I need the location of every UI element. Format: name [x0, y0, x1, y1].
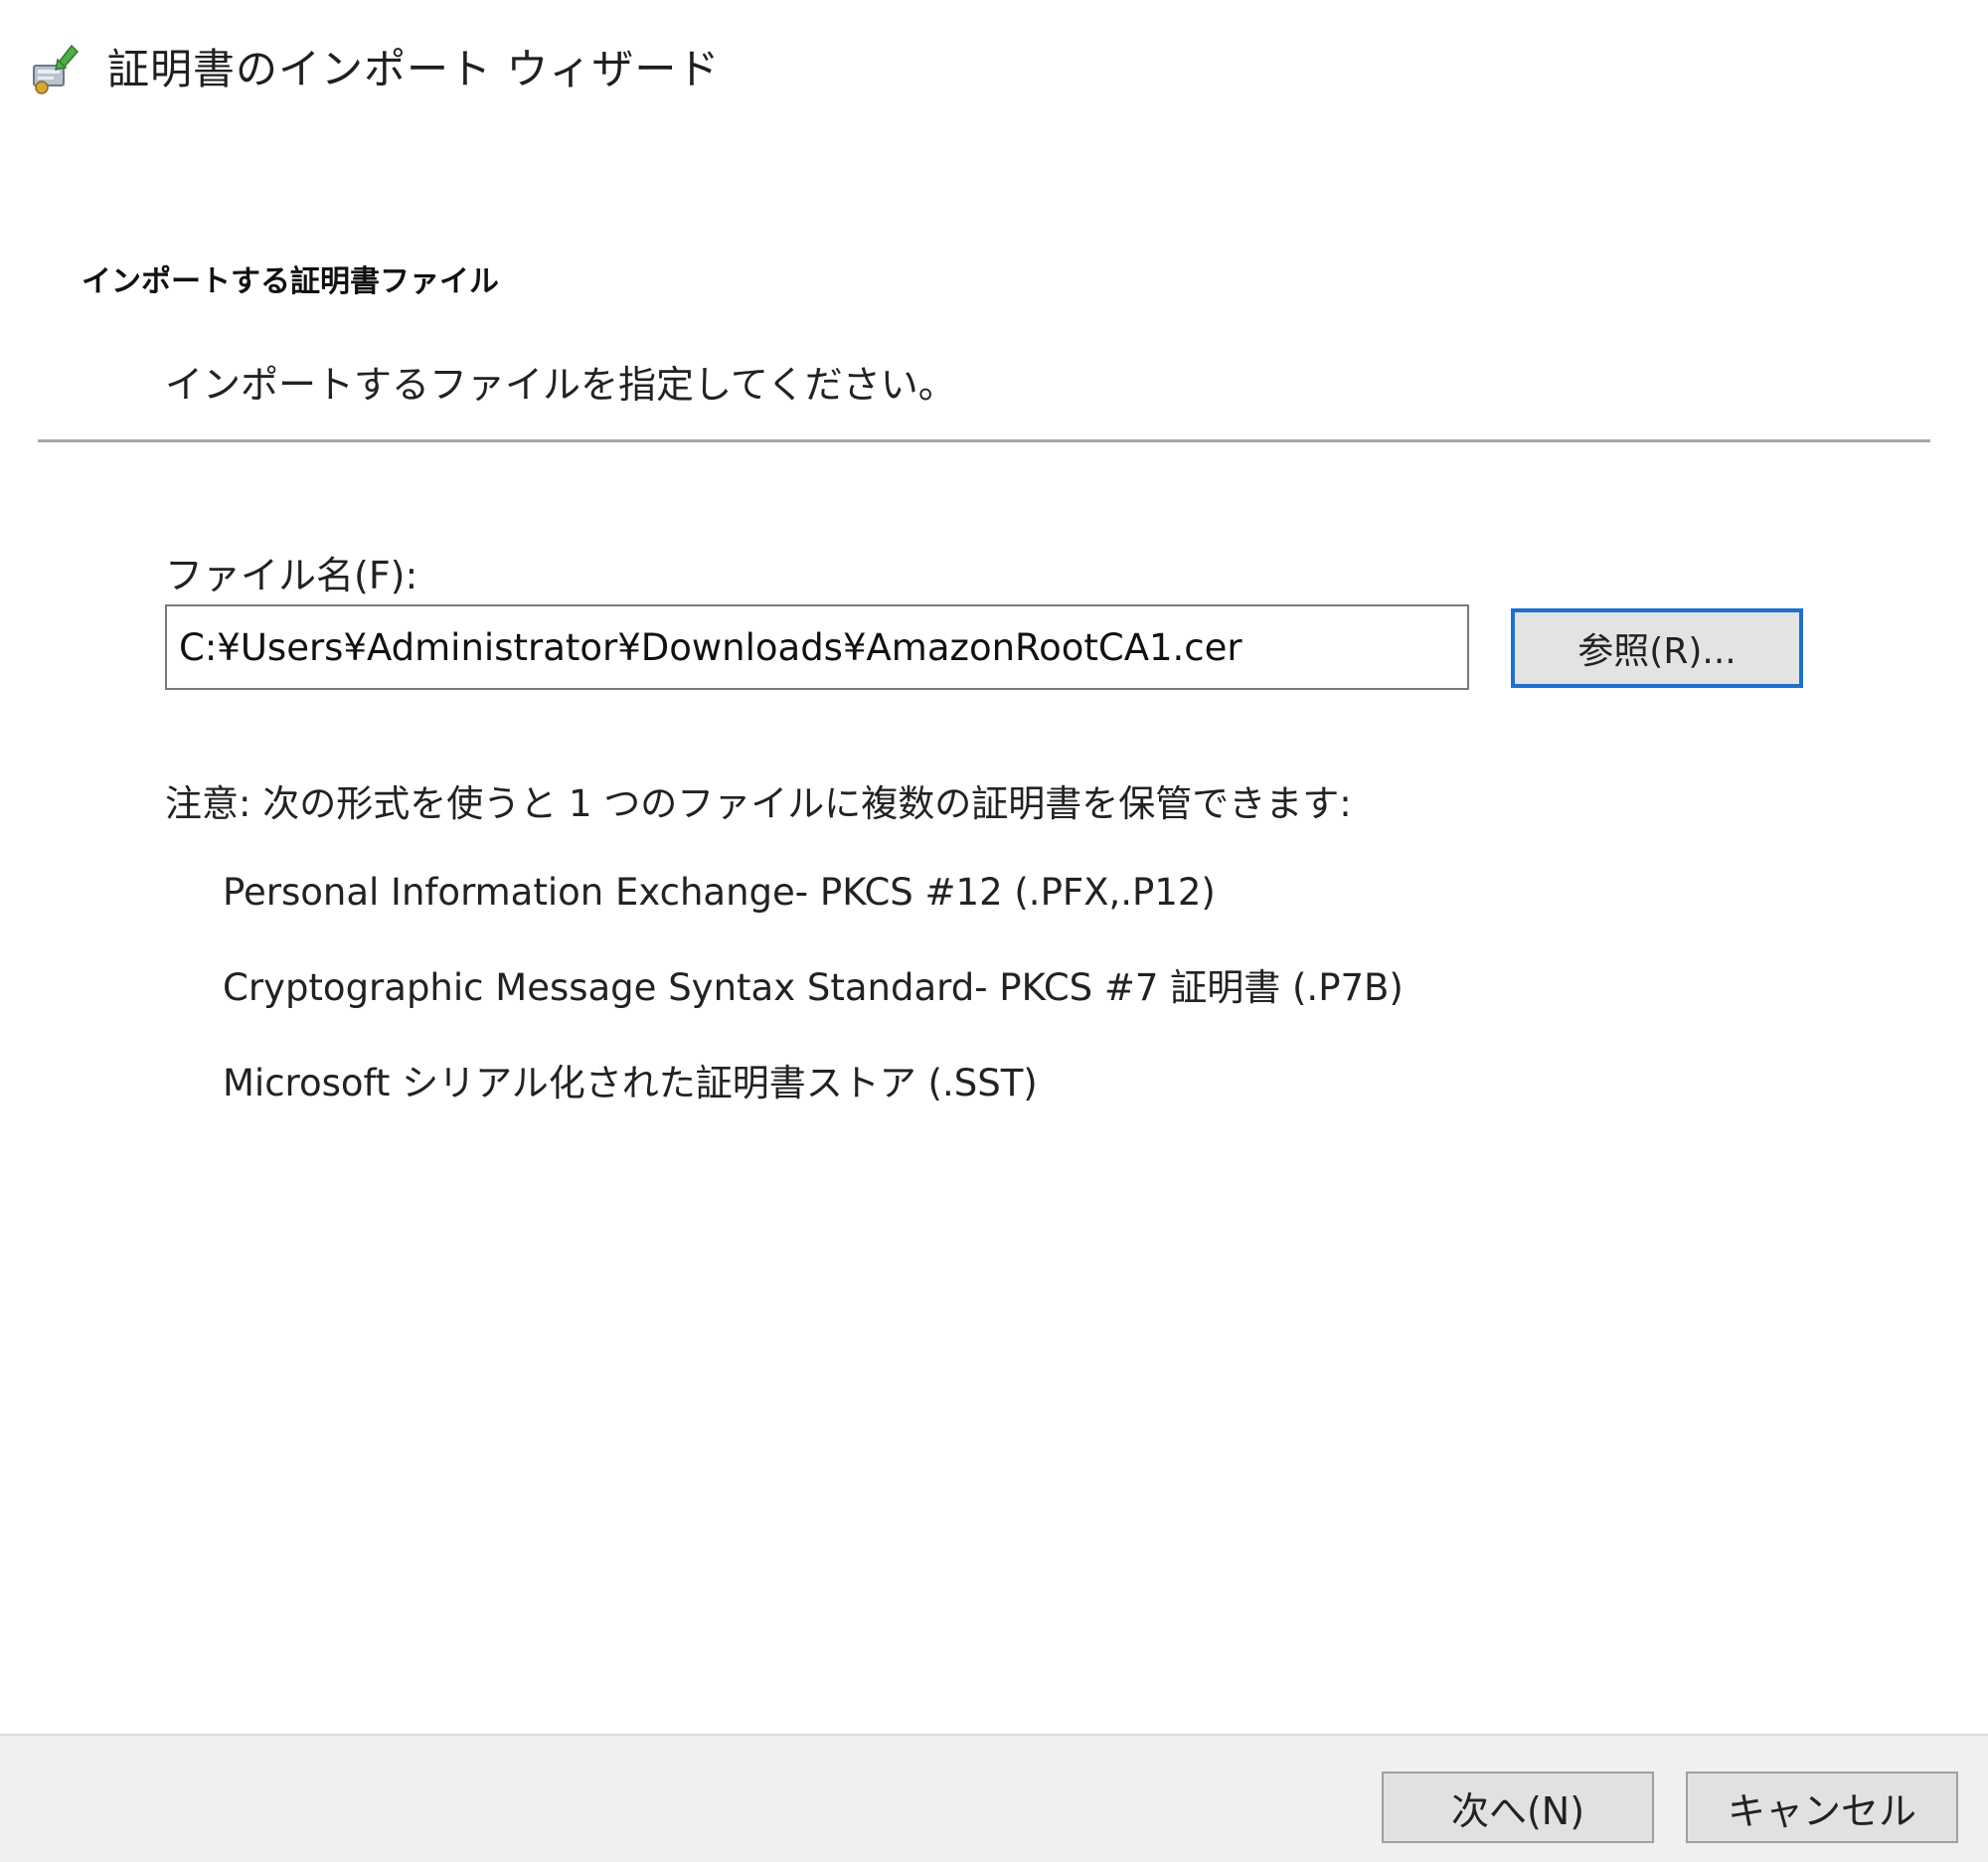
certificate-import-icon	[33, 44, 80, 94]
cancel-button[interactable]: キャンセル	[1686, 1772, 1958, 1843]
format-item-p7b: Cryptographic Message Syntax Standard- P…	[223, 966, 1404, 1009]
format-list: Personal Information Exchange- PKCS #12 …	[223, 863, 1404, 1149]
window-title: 証明書のインポート ウィザード	[107, 44, 721, 93]
format-item-sst: Microsoft シリアル化された証明書ストア (.SST)	[223, 1062, 1038, 1104]
page-subheading: インポートするファイルを指定してください。	[165, 363, 956, 407]
certificate-import-wizard-dialog: 証明書のインポート ウィザード インポートする証明書ファイル インポートするファ…	[0, 0, 1988, 1862]
dialog-footer: 次へ(N) キャンセル	[0, 1734, 1988, 1862]
page-heading: インポートする証明書ファイル	[82, 264, 499, 299]
file-name-label: ファイル名(F):	[165, 554, 418, 597]
format-item-pfx: Personal Information Exchange- PKCS #12 …	[223, 871, 1216, 914]
title-bar: 証明書のインポート ウィザード	[28, 30, 720, 101]
header-divider	[38, 439, 1930, 442]
browse-button[interactable]: 参照(R)...	[1511, 608, 1803, 688]
file-name-input[interactable]	[165, 604, 1469, 690]
format-note: 注意: 次の形式を使うと 1 つのファイルに複数の証明書を保管できます:	[165, 782, 1352, 825]
next-button[interactable]: 次へ(N)	[1382, 1772, 1654, 1843]
